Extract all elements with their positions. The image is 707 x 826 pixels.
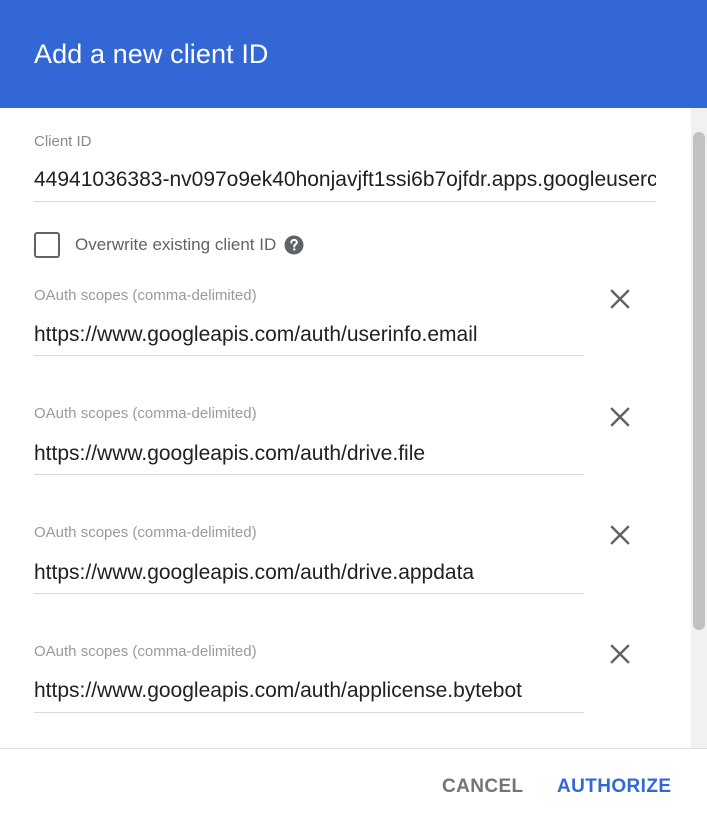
authorize-button[interactable]: AUTHORIZE xyxy=(557,773,671,801)
scope-label: OAuth scopes (comma-delimited) xyxy=(34,405,257,422)
scope-label: OAuth scopes (comma-delimited) xyxy=(34,643,257,660)
scope-underline xyxy=(34,712,584,713)
dialog-footer: CANCEL AUTHORIZE xyxy=(0,748,707,826)
remove-scope-button[interactable] xyxy=(606,285,634,313)
scope-input[interactable]: https://www.googleapis.com/auth/drive.fi… xyxy=(34,440,584,468)
close-icon xyxy=(610,525,630,545)
remove-scope-button[interactable] xyxy=(606,403,634,431)
client-id-input[interactable]: 44941036383-nv097o9ek40honjavjft1ssi6b7o… xyxy=(34,166,656,194)
add-client-dialog: Add a new client ID Client ID 4494103638… xyxy=(0,0,707,826)
close-icon xyxy=(610,289,630,309)
remove-scope-button[interactable] xyxy=(606,640,634,668)
overwrite-row[interactable]: Overwrite existing client ID xyxy=(34,230,304,260)
scope-input[interactable]: https://www.googleapis.com/auth/userinfo… xyxy=(34,321,584,349)
scrollbar-thumb[interactable] xyxy=(693,132,705,630)
dialog-body: Client ID 44941036383-nv097o9ek40honjavj… xyxy=(0,108,707,748)
cancel-button[interactable]: CANCEL xyxy=(442,773,524,801)
dialog-header: Add a new client ID xyxy=(0,0,707,108)
client-id-label: Client ID xyxy=(34,133,92,150)
scope-underline xyxy=(34,593,584,594)
help-circle-icon[interactable] xyxy=(284,235,304,255)
remove-scope-button[interactable] xyxy=(606,521,634,549)
scope-underline xyxy=(34,474,584,475)
close-icon xyxy=(610,407,630,427)
scope-label: OAuth scopes (comma-delimited) xyxy=(34,287,257,304)
scope-input[interactable]: https://www.googleapis.com/auth/applicen… xyxy=(34,677,584,705)
overwrite-label: Overwrite existing client ID xyxy=(75,235,277,254)
close-icon xyxy=(610,644,630,664)
scope-input[interactable]: https://www.googleapis.com/auth/drive.ap… xyxy=(34,559,584,587)
overwrite-checkbox[interactable] xyxy=(34,232,60,258)
scrollbar-track[interactable] xyxy=(691,108,707,748)
client-id-underline xyxy=(34,201,656,202)
scope-label: OAuth scopes (comma-delimited) xyxy=(34,524,257,541)
dialog-title: Add a new client ID xyxy=(34,39,269,69)
scope-underline xyxy=(34,355,584,356)
